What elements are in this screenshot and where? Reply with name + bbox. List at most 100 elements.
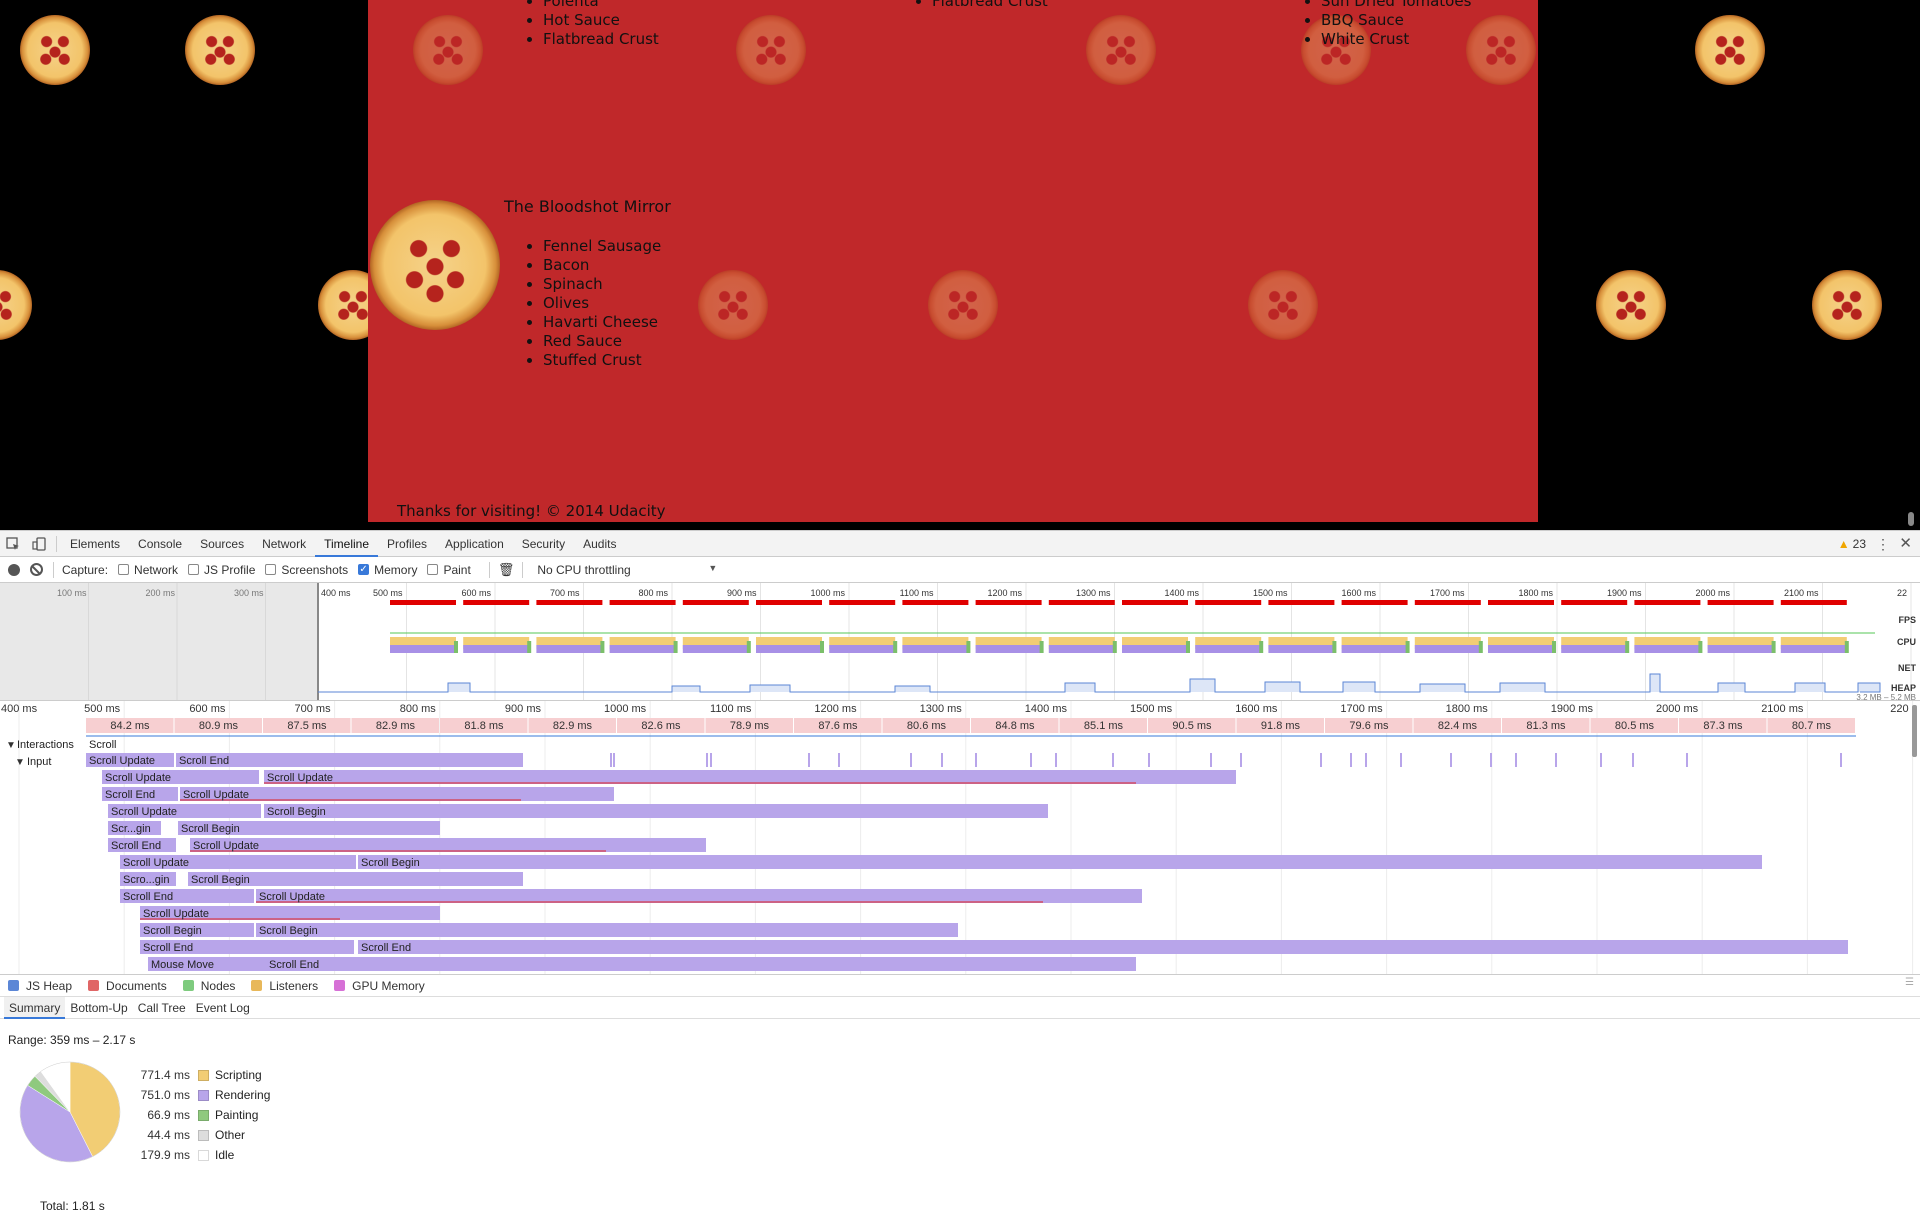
input-event-tick[interactable]: [838, 753, 840, 767]
input-event-tick[interactable]: [1600, 753, 1602, 767]
legend-swatch: [251, 980, 263, 991]
input-event-block[interactable]: [256, 923, 958, 937]
overview-tick-label: 600 ms: [461, 588, 491, 598]
summary-row: 751.0 ms Rendering: [126, 1085, 271, 1105]
checkbox[interactable]: [188, 564, 200, 575]
input-event-tick[interactable]: [1320, 753, 1322, 767]
inspect-element-icon[interactable]: [0, 531, 26, 557]
frame-duration-label: 90.5 ms: [1172, 720, 1212, 732]
input-event-tick[interactable]: [1210, 753, 1212, 767]
flame-scrollbar[interactable]: [1912, 705, 1917, 757]
counter-nodes[interactable]: Nodes: [182, 979, 235, 993]
list-item: White Crust: [1321, 30, 1471, 49]
input-event-tick[interactable]: [1400, 753, 1402, 767]
record-button[interactable]: [8, 563, 20, 576]
input-event-tick[interactable]: [710, 753, 712, 767]
page-viewport[interactable]: Polenta Hot Sauce Flatbread Crust Flatbr…: [0, 0, 1920, 530]
checkbox[interactable]: [427, 564, 439, 575]
input-event-tick[interactable]: [941, 753, 943, 767]
input-event-block[interactable]: [264, 804, 1048, 818]
overview-chart[interactable]: 100 ms 200 ms 300 ms 400 ms 500 ms 600 ms 700 …: [0, 583, 1920, 701]
capture-paint-checkbox[interactable]: Paint: [427, 563, 471, 577]
input-event-tick[interactable]: [1490, 753, 1492, 767]
tab-audits[interactable]: Audits: [574, 531, 625, 557]
summary-swatch: [198, 1109, 209, 1121]
input-event-tick[interactable]: [1240, 753, 1242, 767]
tab-call-tree[interactable]: Call Tree: [133, 997, 191, 1019]
input-event-tick[interactable]: [1555, 753, 1557, 767]
cpu-painting-block: [1332, 641, 1337, 653]
input-event-tick[interactable]: [706, 753, 708, 767]
counter-documents[interactable]: Documents: [88, 979, 167, 993]
summary-value: 179.9 ms: [140, 1148, 190, 1162]
tab-sources[interactable]: Sources: [191, 531, 253, 557]
input-event-tick[interactable]: [1365, 753, 1367, 767]
counter-js-heap[interactable]: JS Heap: [8, 979, 72, 993]
tab-application[interactable]: Application: [436, 531, 513, 557]
drag-handle-icon[interactable]: ☰: [1905, 977, 1914, 988]
pizza-image: [370, 200, 500, 330]
clear-button[interactable]: [30, 563, 43, 576]
overview-tick-label: 300 ms: [234, 588, 264, 598]
input-event-tick[interactable]: [1350, 753, 1352, 767]
input-event-tick[interactable]: [610, 753, 612, 767]
flame-chart-svg[interactable]: 400 ms 500 ms 600 ms 700 ms 800 ms 900 ms 1000…: [0, 701, 1920, 975]
device-toolbar-icon[interactable]: [26, 531, 52, 557]
input-event-block[interactable]: [358, 940, 1848, 954]
input-event-tick[interactable]: [1632, 753, 1634, 767]
capture-network-checkbox[interactable]: Network: [118, 563, 178, 577]
tab-profiles[interactable]: Profiles: [378, 531, 436, 557]
input-event-tick[interactable]: [1840, 753, 1842, 767]
checkbox-label: Network: [134, 562, 179, 577]
input-event-tick[interactable]: [910, 753, 912, 767]
pizza-image: [1086, 15, 1156, 85]
input-event-tick[interactable]: [613, 753, 615, 767]
list-item: Polenta: [543, 0, 659, 11]
warnings-counter[interactable]: ▲ 23: [1838, 531, 1866, 557]
close-icon[interactable]: ✕: [1899, 531, 1912, 557]
input-event-tick[interactable]: [808, 753, 810, 767]
input-event-tick[interactable]: [1686, 753, 1688, 767]
checkbox[interactable]: [118, 564, 130, 575]
disclosure-triangle-icon[interactable]: ▼: [6, 740, 16, 751]
tab-summary[interactable]: Summary: [4, 996, 66, 1019]
tab-bottom-up[interactable]: Bottom-Up: [65, 997, 132, 1019]
capture-memory-checkbox[interactable]: ✓ Memory: [358, 563, 417, 577]
tab-security[interactable]: Security: [513, 531, 574, 557]
more-options-icon[interactable]: ⋮: [1876, 531, 1890, 557]
input-event-block[interactable]: [264, 770, 1236, 784]
list-item: Stuffed Crust: [543, 351, 661, 370]
tab-network[interactable]: Network: [253, 531, 315, 557]
input-event-tick[interactable]: [1055, 753, 1057, 767]
tab-console[interactable]: Console: [129, 531, 191, 557]
checkbox-checked[interactable]: ✓: [358, 564, 370, 575]
input-event-block[interactable]: [358, 855, 1762, 869]
counter-listeners[interactable]: Listeners: [251, 979, 318, 993]
disclosure-triangle-icon[interactable]: ▼: [15, 757, 25, 768]
input-event-tick[interactable]: [1148, 753, 1150, 767]
capture-screenshots-checkbox[interactable]: Screenshots: [265, 563, 348, 577]
trash-icon[interactable]: 🗑: [498, 562, 515, 578]
input-event-block[interactable]: [266, 957, 1136, 971]
input-event-tick[interactable]: [1515, 753, 1517, 767]
tab-event-log[interactable]: Event Log: [191, 997, 255, 1019]
input-event-tick[interactable]: [1030, 753, 1032, 767]
fps-dropped-frame-bar: [609, 600, 676, 605]
page-scrollbar[interactable]: [1908, 512, 1914, 526]
counter-gpu-memory[interactable]: GPU Memory: [334, 979, 425, 993]
input-event-block[interactable]: [190, 838, 706, 852]
cpu-throttling-select[interactable]: No CPU throttling ▼: [537, 563, 717, 577]
tab-timeline[interactable]: Timeline: [315, 531, 379, 557]
input-event-tick[interactable]: [1112, 753, 1114, 767]
cpu-rendering-block: [902, 645, 969, 653]
flame-chart[interactable]: 400 ms 500 ms 600 ms 700 ms 800 ms 900 ms 1000…: [0, 701, 1920, 975]
fps-dropped-frame-bar: [1414, 600, 1481, 605]
tab-elements[interactable]: Elements: [61, 531, 129, 557]
capture-jsprofile-checkbox[interactable]: JS Profile: [188, 563, 255, 577]
input-event-tick[interactable]: [1450, 753, 1452, 767]
input-event-block[interactable]: [256, 889, 1142, 903]
input-event-tick[interactable]: [975, 753, 977, 767]
warning-icon: ▲: [1837, 537, 1850, 551]
timeline-overview[interactable]: 100 ms 200 ms 300 ms 400 ms 500 ms 600 ms 700 …: [0, 583, 1920, 701]
checkbox[interactable]: [265, 564, 277, 575]
